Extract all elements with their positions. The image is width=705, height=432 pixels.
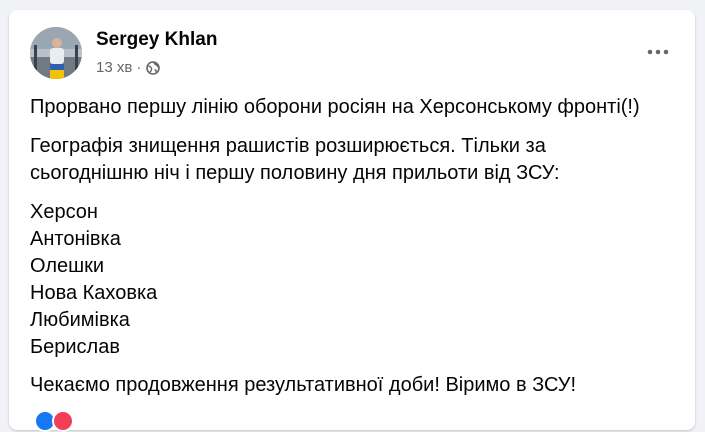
- post-header: Sergey Khlan 13 хв ·: [9, 10, 695, 90]
- post-meta: 13 хв ·: [96, 59, 161, 76]
- more-options-button[interactable]: [643, 40, 673, 64]
- author-avatar[interactable]: [30, 27, 82, 79]
- city-item: Херсон: [30, 201, 98, 223]
- post-timestamp[interactable]: 13 хв: [96, 59, 132, 76]
- city-item: Нова Каховка: [30, 282, 158, 304]
- post-paragraph-2-line-1: Географія знищення рашистів розширюється…: [30, 135, 546, 157]
- more-horizontal-icon: [647, 49, 669, 55]
- post-paragraph-3: Чекаємо продовження результативної доби!…: [30, 374, 577, 396]
- author-name[interactable]: Sergey Khlan: [96, 29, 217, 51]
- city-list: Херсон Антонівка Олешки Нова Каховка Люб…: [30, 199, 680, 361]
- globe-icon[interactable]: [146, 60, 161, 75]
- city-item: Антонівка: [30, 228, 121, 250]
- city-item: Любимівка: [30, 309, 130, 331]
- avatar-photo-icon: [30, 27, 82, 79]
- post-paragraph-1: Прорвано першу лінію оборони росіян на Х…: [30, 96, 640, 118]
- city-item: Олешки: [30, 255, 105, 277]
- post-paragraph-2: Географія знищення рашистів розширюється…: [30, 133, 680, 187]
- post-card: Sergey Khlan 13 хв · Прорвано першу ліні: [9, 10, 695, 432]
- love-reaction-icon: [52, 410, 74, 432]
- city-item: Берислав: [30, 336, 120, 358]
- reaction-summary[interactable]: [34, 410, 74, 432]
- meta-separator: ·: [136, 59, 142, 76]
- post-paragraph-2-line-2: сьогоднішню ніч і першу половину дня при…: [30, 162, 560, 184]
- post-body: Прорвано першу лінію оборони росіян на Х…: [30, 94, 680, 411]
